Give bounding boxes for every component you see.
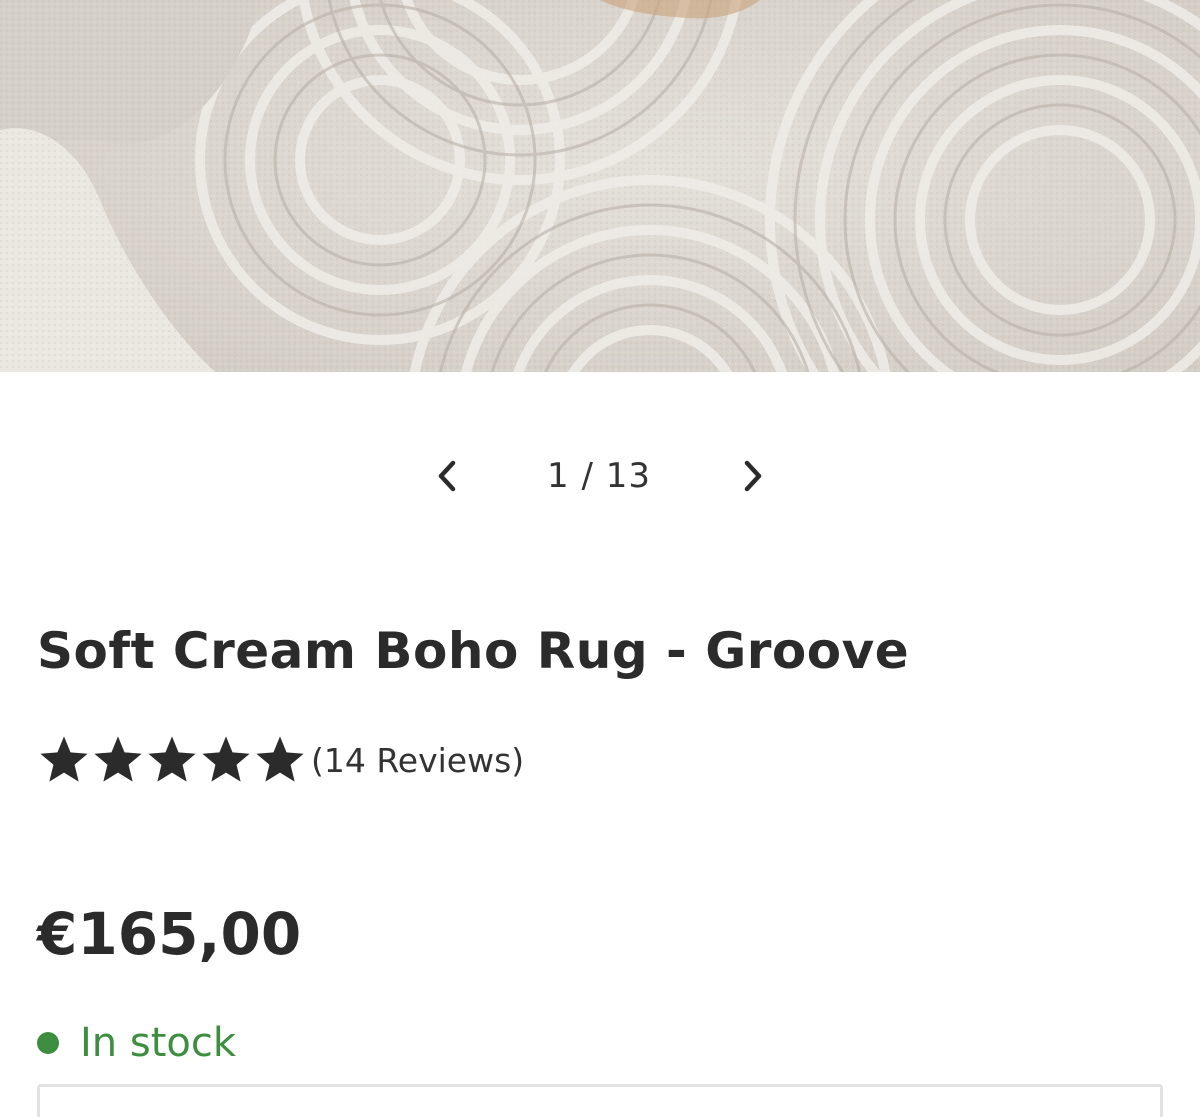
product-image-graphic bbox=[0, 0, 1200, 372]
rating-stars bbox=[37, 733, 307, 787]
stock-status: In stock bbox=[37, 1017, 236, 1069]
stock-label: In stock bbox=[80, 1020, 237, 1066]
chevron-right-icon bbox=[744, 460, 762, 492]
star-icon bbox=[94, 736, 142, 782]
status-dot-icon bbox=[37, 1032, 59, 1054]
product-rating[interactable]: (14 Reviews) bbox=[37, 730, 524, 790]
product-image[interactable] bbox=[0, 0, 1200, 372]
chevron-left-icon bbox=[438, 460, 456, 492]
star-icon bbox=[148, 736, 196, 782]
variant-selector-box[interactable] bbox=[37, 1084, 1163, 1117]
star-icon bbox=[202, 736, 250, 782]
previous-image-button[interactable] bbox=[425, 454, 469, 498]
image-counter: 1 / 13 bbox=[547, 456, 651, 496]
star-icon bbox=[256, 736, 304, 782]
reviews-count-link[interactable]: (14 Reviews) bbox=[311, 741, 524, 780]
star-icon bbox=[40, 736, 88, 782]
product-title: Soft Cream Boho Rug - Groove bbox=[37, 622, 910, 680]
product-price: €165,00 bbox=[37, 900, 302, 968]
gallery-pagination: 1 / 13 bbox=[0, 440, 1200, 516]
next-image-button[interactable] bbox=[731, 454, 775, 498]
